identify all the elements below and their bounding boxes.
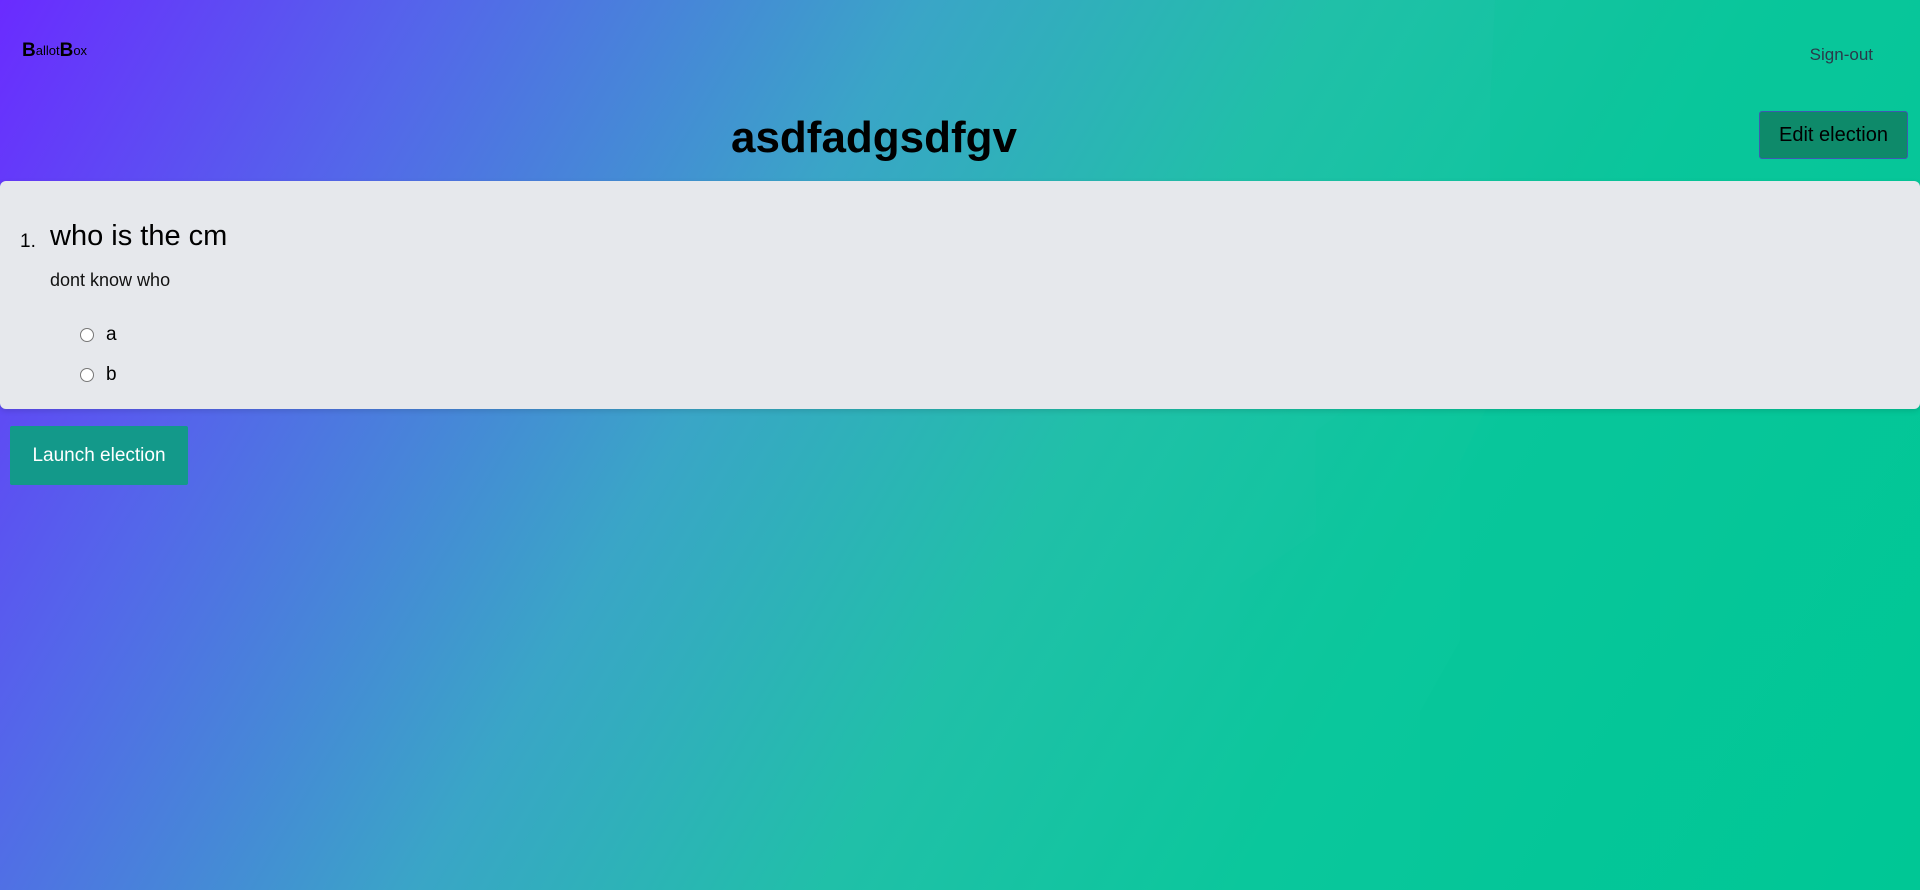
question-title: who is the cm (50, 220, 228, 252)
launch-election-button[interactable]: Launch election (10, 426, 188, 485)
option-a[interactable]: a (80, 324, 117, 346)
navbar: B allot B ox Sign-out (0, 0, 1920, 112)
signout-link[interactable]: Sign-out (1810, 45, 1873, 65)
question-number: 1. (20, 231, 36, 252)
option-radio[interactable] (80, 328, 94, 342)
brand-letter: B (22, 40, 36, 61)
brand-text: ox (73, 43, 88, 58)
question-card (0, 181, 1920, 409)
option-b[interactable]: b (80, 364, 117, 386)
edit-election-button[interactable]: Edit election (1759, 111, 1908, 159)
background-shape (1240, 380, 1660, 890)
question-description: dont know who (50, 270, 171, 290)
brand-text: allot (35, 43, 60, 58)
option-radio[interactable] (80, 368, 94, 382)
election-title: asdfadgsdfgv (730, 113, 1018, 162)
option-label: a (106, 324, 117, 345)
ballotbox-logo[interactable]: B allot B ox (22, 40, 88, 61)
option-label: b (106, 364, 117, 385)
brand-letter: B (59, 40, 74, 61)
